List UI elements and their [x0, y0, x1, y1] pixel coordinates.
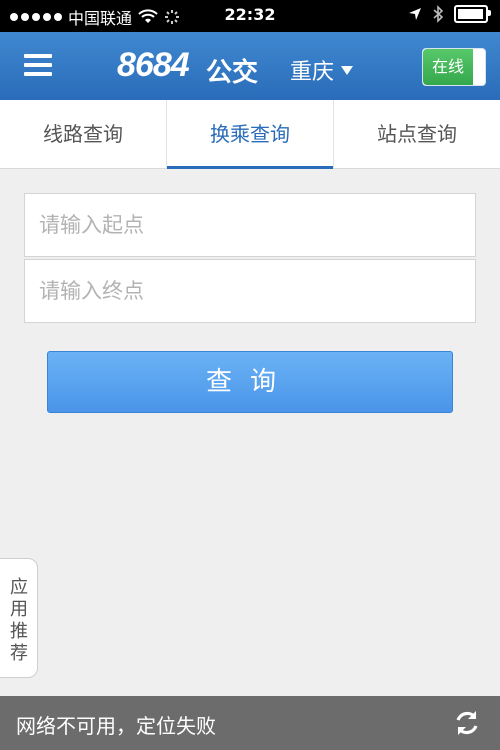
status-bar: 中国联通 22:32 — [0, 0, 500, 32]
location-arrow-icon — [409, 8, 421, 20]
battery-icon — [454, 5, 491, 23]
online-toggle[interactable]: 在线 — [422, 48, 486, 86]
app-logo-suffix: 公交 — [206, 58, 259, 88]
battery-level — [458, 9, 483, 19]
app-logo: 8684 — [117, 46, 190, 84]
refresh-icon[interactable] — [452, 708, 482, 738]
query-tabs: 线路查询 换乘查询 站点查询 — [0, 100, 500, 169]
network-status-bar: 网络不可用，定位失败 — [0, 696, 500, 750]
tab-transfer-query[interactable]: 换乘查询 — [166, 100, 333, 169]
city-name: 重庆 — [290, 60, 335, 85]
start-input[interactable] — [25, 194, 475, 256]
city-selector[interactable]: 重庆 — [290, 54, 354, 86]
status-right — [408, 5, 491, 23]
hamburger-menu-icon[interactable] — [24, 54, 52, 78]
end-field-wrapper — [24, 259, 476, 323]
triangle-down-icon — [341, 66, 354, 75]
online-label: 在线 — [423, 49, 473, 85]
query-button[interactable]: 查询 — [47, 351, 453, 413]
app-header: 8684 公交 重庆 在线 — [0, 32, 500, 100]
tab-line-query[interactable]: 线路查询 — [0, 100, 166, 168]
network-status-message: 网络不可用，定位失败 — [16, 714, 216, 738]
end-input[interactable] — [25, 260, 475, 322]
app-recommend-tab[interactable]: 应用推荐 — [0, 558, 38, 678]
start-field-wrapper — [24, 193, 476, 257]
tab-station-query[interactable]: 站点查询 — [333, 100, 500, 168]
bluetooth-icon — [433, 5, 444, 23]
app-recommend-label: 应用推荐 — [7, 577, 28, 665]
